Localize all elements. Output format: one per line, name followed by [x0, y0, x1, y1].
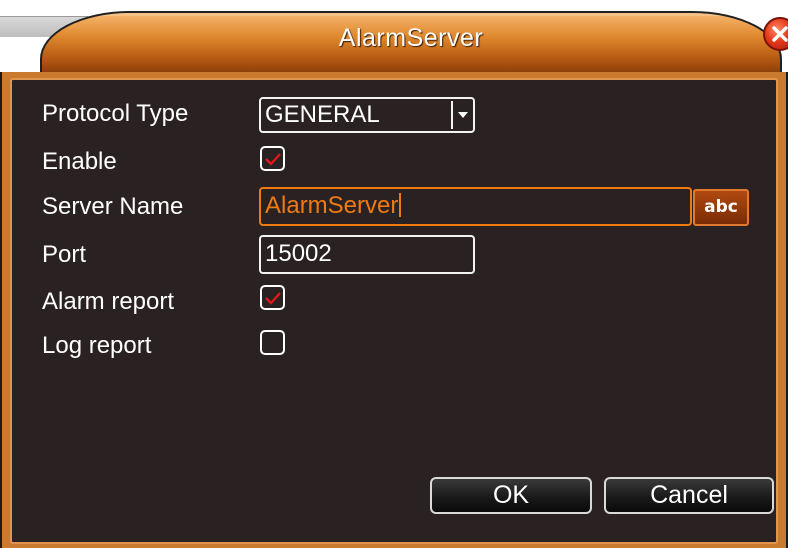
- ok-button[interactable]: OK: [430, 477, 592, 514]
- protocol-type-label: Protocol Type: [42, 100, 189, 127]
- port-input[interactable]: 15002: [259, 235, 475, 274]
- log-report-checkbox[interactable]: [260, 330, 285, 355]
- port-value: 15002: [265, 240, 332, 267]
- server-name-label: Server Name: [42, 193, 184, 220]
- log-report-label: Log report: [42, 332, 152, 359]
- enable-checkbox[interactable]: [260, 146, 285, 171]
- cancel-button[interactable]: Cancel: [604, 477, 774, 514]
- dropdown-arrow[interactable]: [451, 101, 471, 129]
- screen: AlarmServer Protocol Type GENERAL Enable…: [0, 0, 788, 548]
- checkmark-icon: [265, 153, 281, 166]
- checkmark-icon: [265, 292, 281, 305]
- close-icon: [772, 26, 788, 42]
- keyboard-button[interactable]: abc: [693, 189, 749, 226]
- protocol-type-value: GENERAL: [265, 101, 380, 128]
- dialog-title: AlarmServer: [338, 24, 484, 52]
- alarm-report-label: Alarm report: [42, 288, 175, 315]
- server-name-value: AlarmServer: [265, 192, 399, 219]
- alarm-report-checkbox[interactable]: [260, 285, 285, 310]
- dialog-title-bar[interactable]: AlarmServer: [40, 11, 782, 73]
- enable-label: Enable: [42, 148, 117, 175]
- server-name-input[interactable]: AlarmServer: [259, 187, 692, 226]
- protocol-type-select[interactable]: GENERAL: [259, 97, 475, 133]
- port-label: Port: [42, 241, 87, 268]
- chevron-down-icon: [458, 112, 468, 118]
- text-cursor: [399, 193, 402, 217]
